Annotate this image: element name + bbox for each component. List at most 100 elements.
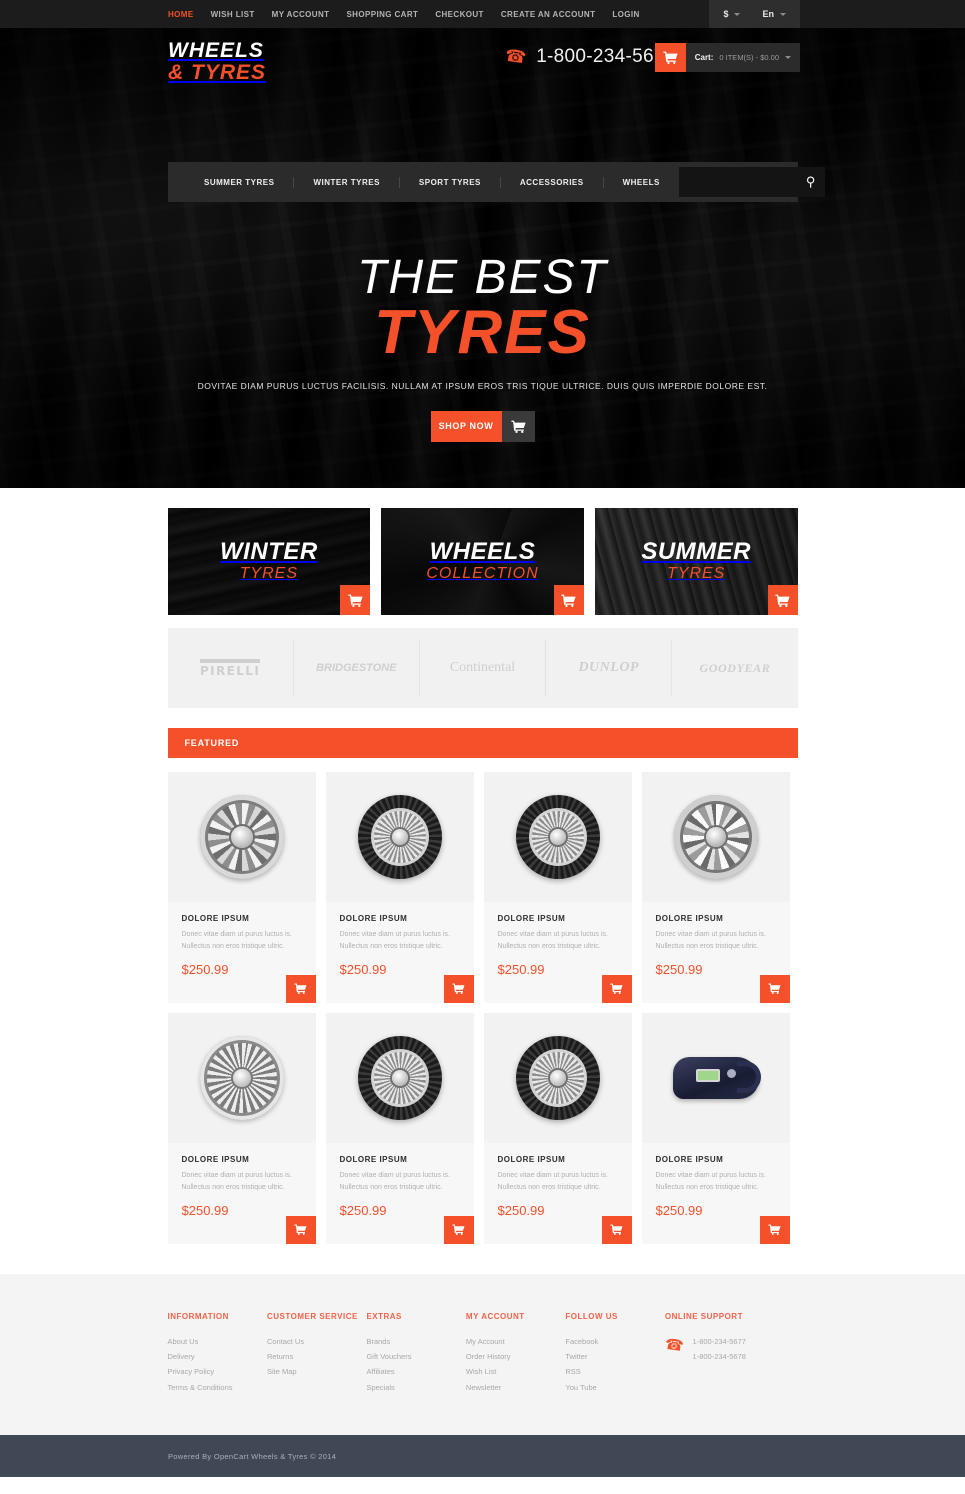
brand-carousel: PIRELLI BRIDGESTONE Continental DUNLOP G… <box>167 628 798 708</box>
add-to-cart-button[interactable] <box>759 974 790 1003</box>
add-to-cart-button[interactable] <box>285 974 316 1003</box>
footer-link-site-map[interactable]: Site Map <box>267 1364 366 1379</box>
gauge-hook <box>736 1060 761 1093</box>
shop-now-button[interactable]: SHOP NOW <box>430 410 535 442</box>
brand-pirelli[interactable]: PIRELLI <box>168 640 294 696</box>
brand-bridgestone[interactable]: BRIDGESTONE <box>294 640 420 696</box>
category-cart-button[interactable] <box>767 585 798 615</box>
add-to-cart-button[interactable] <box>601 974 632 1003</box>
footer-column-online-support: ONLINE SUPPORT ☎ 1-800-234-5677 1-800-23… <box>664 1311 798 1396</box>
site-logo[interactable]: WHEELS & TYRES <box>168 39 266 84</box>
shopping-cart-icon <box>511 420 526 433</box>
product-image[interactable] <box>325 772 474 902</box>
currency-selector[interactable]: $ <box>723 9 741 19</box>
product-image[interactable] <box>483 772 632 902</box>
top-nav-login[interactable]: LOGIN <box>612 10 639 19</box>
product-price: $250.99 <box>655 961 703 977</box>
product-image[interactable] <box>641 772 790 902</box>
footer-link-rss[interactable]: RSS <box>565 1364 664 1379</box>
nav-item-accessories[interactable]: ACCESSORIES <box>501 178 603 187</box>
footer-link-contact-us[interactable]: Contact Us <box>267 1334 366 1349</box>
add-to-cart-button[interactable] <box>285 1215 316 1244</box>
hero-title-top: THE BEST <box>357 251 608 304</box>
add-to-cart-button[interactable] <box>759 1215 790 1244</box>
footer-link-twitter[interactable]: Twitter <box>565 1349 664 1364</box>
product-image[interactable] <box>167 772 316 902</box>
footer-link-about-us[interactable]: About Us <box>168 1334 267 1349</box>
product-card[interactable]: DOLORE IPSUM Donec vitae diam ut purus l… <box>641 1012 790 1244</box>
category-subtitle: COLLECTION <box>426 564 539 582</box>
top-nav-wish-list[interactable]: WISH LIST <box>211 10 255 19</box>
cart-button[interactable] <box>654 43 686 72</box>
footer-link-my-account[interactable]: My Account <box>466 1334 565 1349</box>
product-card[interactable]: DOLORE IPSUM Donec vitae diam ut purus l… <box>325 772 474 1003</box>
footer-link-order-history[interactable]: Order History <box>466 1349 565 1364</box>
search-input[interactable] <box>688 177 806 187</box>
add-to-cart-button[interactable] <box>443 974 474 1003</box>
language-selector[interactable]: En <box>762 9 786 19</box>
top-nav-create-account[interactable]: CREATE AN ACCOUNT <box>501 10 596 19</box>
brand-name: DUNLOP <box>578 660 639 675</box>
category-cart-button[interactable] <box>340 585 371 615</box>
shopping-cart-icon <box>294 1224 307 1235</box>
category-title: SUMMER <box>641 538 752 566</box>
shop-now-cart-button[interactable] <box>501 410 535 442</box>
footer-link-terms-conditions[interactable]: Terms & Conditions <box>168 1380 267 1395</box>
nav-item-summer-tyres[interactable]: SUMMER TYRES <box>185 178 293 187</box>
add-to-cart-button[interactable] <box>601 1215 632 1244</box>
cart-widget[interactable]: Cart: 0 ITEM(S) - $0.00 <box>654 43 800 72</box>
footer-link-returns[interactable]: Returns <box>267 1349 366 1364</box>
product-image[interactable] <box>483 1012 632 1143</box>
footer-link-facebook[interactable]: Facebook <box>565 1334 664 1349</box>
brand-dunlop[interactable]: DUNLOP <box>546 640 673 696</box>
product-card[interactable]: DOLORE IPSUM Donec vitae diam ut purus l… <box>483 772 632 1003</box>
footer-column-title: ONLINE SUPPORT <box>664 1311 743 1321</box>
brand-goodyear[interactable]: GOODYEAR <box>672 640 797 696</box>
shopping-cart-icon <box>768 983 781 994</box>
footer-link-brands[interactable]: Brands <box>366 1334 465 1349</box>
add-to-cart-button[interactable] <box>443 1215 474 1244</box>
nav-item-sport-tyres[interactable]: SPORT TYRES <box>400 178 500 187</box>
main-nav: SUMMER TYRES WINTER TYRES SPORT TYRES AC… <box>168 162 826 202</box>
product-price: $250.99 <box>497 1202 545 1218</box>
product-image[interactable] <box>325 1012 474 1143</box>
product-name: DOLORE IPSUM <box>339 1154 408 1164</box>
brand-continental[interactable]: Continental <box>420 640 547 696</box>
footer-link-privacy-policy[interactable]: Privacy Policy <box>168 1364 267 1379</box>
chevron-down-icon <box>780 12 786 16</box>
footer-link-affiliates[interactable]: Affiliates <box>366 1364 465 1379</box>
support-phone-block: ☎ 1-800-234-5677 1-800-234-5678 <box>664 1334 798 1365</box>
product-image[interactable] <box>167 1012 316 1143</box>
category-banner-wheels-collection[interactable]: WHEELS COLLECTION <box>381 508 584 615</box>
footer-link-wish-list[interactable]: Wish List <box>466 1364 565 1379</box>
nav-item-winter-tyres[interactable]: WINTER TYRES <box>294 178 398 187</box>
footer-column-follow-us: FOLLOW US Facebook Twitter RSS You Tube <box>565 1312 664 1396</box>
product-card[interactable]: DOLORE IPSUM Donec vitae diam ut purus l… <box>483 1012 632 1244</box>
top-nav-my-account[interactable]: MY ACCOUNT <box>272 10 330 19</box>
top-nav-checkout[interactable]: CHECKOUT <box>435 10 484 19</box>
top-nav-shopping-cart[interactable]: SHOPPING CART <box>346 10 418 19</box>
product-card[interactable]: DOLORE IPSUM Donec vitae diam ut purus l… <box>167 772 316 1003</box>
footer-column-title: EXTRAS <box>366 1311 402 1321</box>
copyright-text: Powered By OpenCart Wheels & Tyres © 201… <box>168 1451 337 1461</box>
footer-link-gift-vouchers[interactable]: Gift Vouchers <box>366 1349 465 1364</box>
product-image[interactable] <box>641 1012 790 1143</box>
product-card[interactable]: DOLORE IPSUM Donec vitae diam ut purus l… <box>167 1012 316 1244</box>
category-banner-summer-tyres[interactable]: SUMMER TYRES <box>594 508 798 615</box>
footer-link-delivery[interactable]: Delivery <box>168 1349 267 1364</box>
category-cart-button[interactable] <box>553 585 584 615</box>
product-card[interactable]: DOLORE IPSUM Donec vitae diam ut purus l… <box>325 1012 474 1244</box>
nav-item-wheels[interactable]: WHEELS <box>604 178 679 187</box>
cart-summary[interactable]: Cart: 0 ITEM(S) - $0.00 <box>685 43 800 72</box>
footer-column-title: MY ACCOUNT <box>465 1311 525 1321</box>
top-nav-home[interactable]: HOME <box>168 10 194 19</box>
category-banner-winter-tyres[interactable]: WINTER TYRES <box>167 508 371 615</box>
search-icon[interactable]: ⚲ <box>806 174 816 190</box>
footer-link-newsletter[interactable]: Newsletter <box>466 1380 565 1395</box>
search-box[interactable]: ⚲ <box>678 167 826 197</box>
product-card[interactable]: DOLORE IPSUM Donec vitae diam ut purus l… <box>641 772 790 1003</box>
footer-link-youtube[interactable]: You Tube <box>565 1380 664 1395</box>
locale-controls: $ En <box>709 0 800 28</box>
footer-link-specials[interactable]: Specials <box>366 1380 465 1395</box>
support-phone-1: 1-800-234-5677 <box>692 1336 746 1346</box>
